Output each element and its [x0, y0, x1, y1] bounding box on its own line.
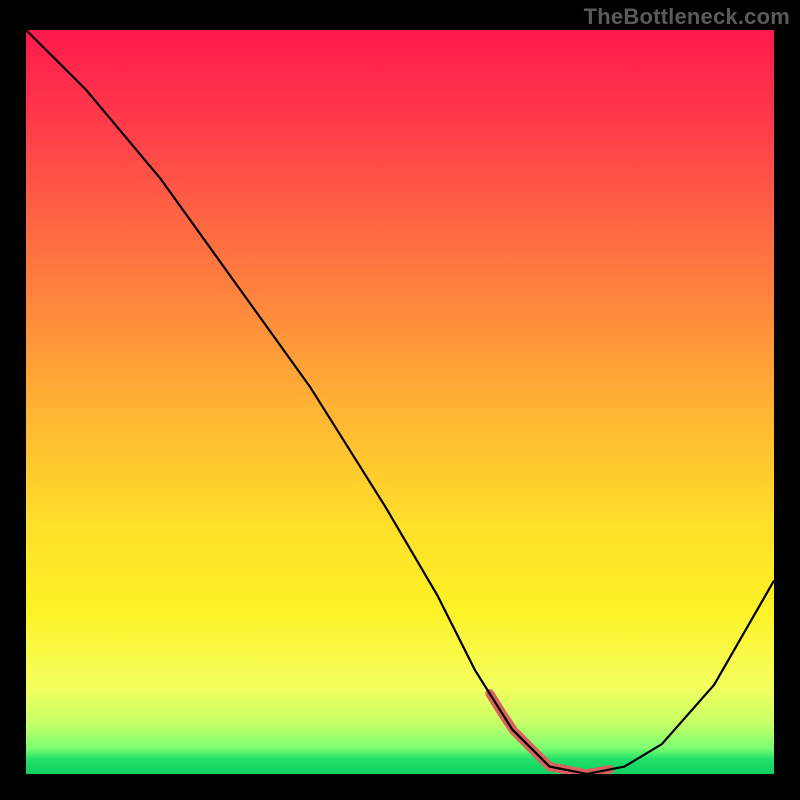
chart-canvas: TheBottleneck.com [0, 0, 800, 800]
curve-svg [26, 30, 774, 774]
watermark-label: TheBottleneck.com [584, 4, 790, 30]
plot-area [26, 30, 774, 774]
bottleneck-highlight [490, 694, 610, 774]
curve-line [26, 30, 774, 774]
